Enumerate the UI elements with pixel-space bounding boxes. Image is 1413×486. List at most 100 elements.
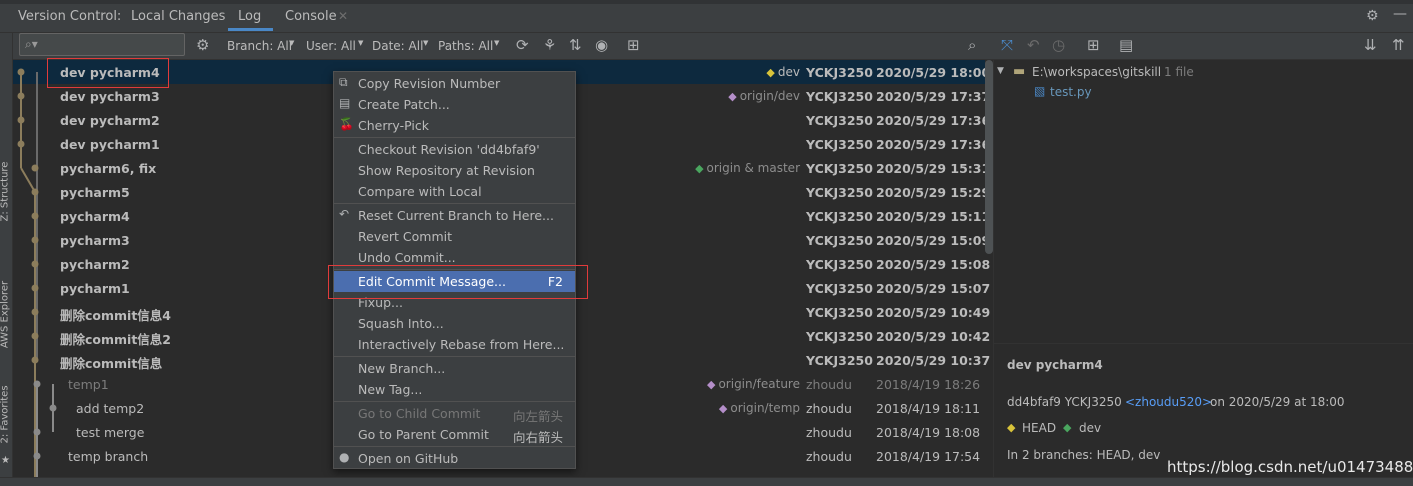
version-control-label: Version Control: bbox=[18, 9, 122, 24]
commit-author: YCKJ3250 bbox=[806, 281, 873, 296]
chevron-down-icon: ▼ bbox=[358, 39, 364, 47]
ref-label: ◆ origin & master bbox=[695, 161, 800, 175]
cherry-pick-icon[interactable]: ⚘ bbox=[543, 36, 556, 54]
changes-root-path[interactable]: E:\workspaces\gitskill bbox=[1032, 65, 1161, 79]
commit-message: add temp2 bbox=[76, 401, 145, 416]
tag-icon: ◆ bbox=[766, 66, 775, 79]
python-file-icon: ▧ bbox=[1034, 84, 1046, 98]
menu-item-go-to-child-commit[interactable]: Go to Child Commit 向左箭头 bbox=[334, 403, 575, 424]
tab-close-icon[interactable]: ✕ bbox=[338, 9, 348, 23]
highlight-selected-commit bbox=[47, 58, 169, 88]
commit-date: 2018/4/19 18:26 bbox=[876, 377, 981, 392]
vcs-log-window: Version Control: Local Changes Log Conso… bbox=[0, 0, 1413, 486]
gear-icon[interactable]: ⚙ bbox=[1366, 8, 1379, 24]
commit-message: pycharm3 bbox=[60, 233, 130, 248]
commit-date: 2020/5/29 17:36 bbox=[876, 137, 991, 152]
graph-node bbox=[31, 284, 39, 292]
graph-node bbox=[31, 356, 39, 364]
menu-item-show-repository-at-revision[interactable]: Show Repository at Revision bbox=[334, 160, 575, 181]
menu-item-label: Cherry-Pick bbox=[358, 118, 429, 133]
menu-item-new-branch[interactable]: New Branch... bbox=[334, 358, 575, 379]
revert-icon[interactable]: ↶ bbox=[1027, 36, 1040, 54]
commit-date: 2020/5/29 15:08 bbox=[876, 257, 991, 272]
tab-local-changes[interactable]: Local Changes bbox=[131, 9, 225, 24]
history-icon[interactable]: ◷ bbox=[1052, 36, 1065, 54]
menu-item-squash-into[interactable]: Squash Into... bbox=[334, 313, 575, 334]
folder-icon: ▬ bbox=[1013, 64, 1026, 79]
date-filter[interactable]: Date: All bbox=[372, 39, 423, 53]
aws-explorer-tool-button[interactable]: AWS Explorer bbox=[0, 263, 13, 367]
commit-date: 2020/5/29 15:31 bbox=[876, 161, 991, 176]
commit-date: 2020/5/29 10:37 bbox=[876, 353, 991, 368]
tab-log[interactable]: Log bbox=[238, 9, 261, 24]
commit-date: 2020/5/29 15:09 bbox=[876, 233, 991, 248]
commit-message: 删除commit信息 bbox=[60, 356, 163, 371]
menu-item-label: Reset Current Branch to Here... bbox=[358, 208, 554, 223]
search-input[interactable] bbox=[19, 33, 185, 56]
tree-expand-icon[interactable]: ▼ bbox=[997, 66, 1004, 76]
menu-item-label: Show Repository at Revision bbox=[358, 163, 535, 178]
commit-date: 2020/5/29 17:36 bbox=[876, 113, 991, 128]
commit-author: YCKJ3250 bbox=[806, 233, 873, 248]
menu-item-revert-commit[interactable]: Revert Commit bbox=[334, 226, 575, 247]
user-filter[interactable]: User: All bbox=[306, 39, 356, 53]
commit-date: 2020/5/29 15:11 bbox=[876, 209, 991, 224]
menu-item-go-to-parent-commit[interactable]: Go to Parent Commit 向右箭头 bbox=[334, 424, 575, 445]
menu-item-label: New Branch... bbox=[358, 361, 446, 376]
menu-item-new-tag[interactable]: New Tag... bbox=[334, 379, 575, 400]
commit-author: YCKJ3250 bbox=[806, 257, 873, 272]
branch-filter[interactable]: Branch: All bbox=[227, 39, 292, 53]
ref-name: origin/dev bbox=[739, 89, 800, 103]
details-email-link[interactable]: <zhoudu520> bbox=[1125, 395, 1212, 409]
details-message: dev pycharm4 bbox=[1007, 358, 1103, 372]
graph-node bbox=[17, 116, 25, 124]
menu-item-cherry-pick[interactable]: 🍒 Cherry-Pick bbox=[334, 115, 575, 136]
menu-item-copy-revision-number[interactable]: ⧉ Copy Revision Number bbox=[334, 73, 575, 94]
expand-all-icon[interactable]: ⇊ bbox=[1364, 36, 1377, 54]
eye-icon[interactable]: ◉ bbox=[595, 36, 608, 54]
graph-node bbox=[31, 332, 39, 340]
layout-icon[interactable]: ▤ bbox=[1119, 36, 1133, 54]
menu-item-label: Checkout Revision 'dd4bfaf9' bbox=[358, 142, 540, 157]
cherry-icon: 🍒 bbox=[339, 117, 354, 131]
menu-item-shortcut: 向右箭头 bbox=[512, 430, 563, 445]
menu-item-label: New Tag... bbox=[358, 382, 423, 397]
menu-item-create-patch[interactable]: ▤ Create Patch... bbox=[334, 94, 575, 115]
menu-item-label: Squash Into... bbox=[358, 316, 444, 331]
menu-item-checkout-revision-dd4bfaf9[interactable]: Checkout Revision 'dd4bfaf9' bbox=[334, 139, 575, 160]
group-by-icon[interactable]: ⊞ bbox=[1087, 36, 1100, 54]
collapse-all-icon[interactable]: ⇈ bbox=[1392, 36, 1405, 54]
menu-item-open-on-github[interactable]: ● Open on GitHub bbox=[334, 448, 575, 469]
details-dev-ref: dev bbox=[1079, 421, 1102, 435]
tag-icon: ◆ bbox=[1007, 421, 1016, 434]
tag-icon: ◆ bbox=[1063, 421, 1072, 434]
commit-message: test merge bbox=[76, 425, 145, 440]
menu-item-interactively-rebase-from-here[interactable]: Interactively Rebase from Here... bbox=[334, 334, 575, 355]
commit-message: temp branch bbox=[68, 449, 149, 464]
refresh-icon[interactable]: ⟳ bbox=[516, 36, 529, 54]
settings-icon[interactable]: ⚙ bbox=[196, 36, 209, 54]
commit-date: 2018/4/19 18:08 bbox=[876, 425, 981, 440]
commit-author: YCKJ3250 bbox=[806, 161, 873, 176]
menu-item-compare-with-local[interactable]: Compare with Local bbox=[334, 181, 575, 202]
copy-icon: ⧉ bbox=[339, 75, 348, 89]
find-icon[interactable]: ⌕ bbox=[968, 36, 976, 54]
minimize-icon[interactable]: — bbox=[1393, 6, 1407, 22]
scrollbar[interactable] bbox=[985, 60, 993, 254]
commit-author: zhoudu bbox=[806, 377, 852, 392]
highlight-edit-commit-message bbox=[328, 265, 588, 299]
menu-item-reset-current-branch-to-here[interactable]: ↶ Reset Current Branch to Here... bbox=[334, 205, 575, 226]
commit-author: zhoudu bbox=[806, 425, 852, 440]
new-tab-icon[interactable]: ⊞ bbox=[627, 36, 640, 54]
graph-node bbox=[49, 404, 57, 412]
structure-tool-button[interactable]: Z: Structure bbox=[0, 140, 13, 244]
tab-active-underline bbox=[228, 28, 273, 31]
changed-file[interactable]: test.py bbox=[1050, 85, 1092, 99]
paths-filter[interactable]: Paths: All bbox=[438, 39, 493, 53]
diff-icon[interactable]: ⤧ bbox=[1001, 36, 1013, 54]
graph-node bbox=[33, 380, 41, 388]
graph-node bbox=[17, 140, 25, 148]
sort-icon[interactable]: ⇅ bbox=[569, 36, 582, 54]
tab-console[interactable]: Console bbox=[285, 9, 337, 24]
favorites-tool-button[interactable]: 2: Favorites bbox=[0, 363, 13, 467]
